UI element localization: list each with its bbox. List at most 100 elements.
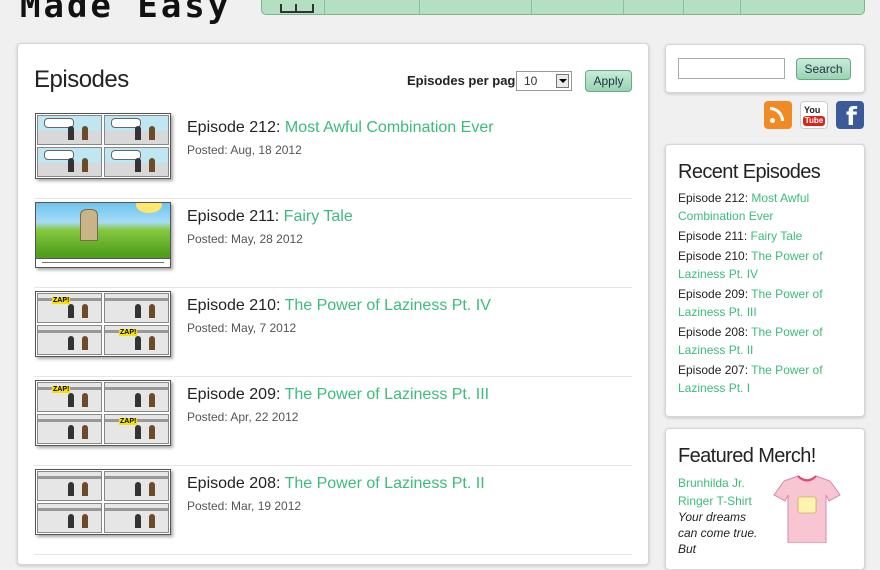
character	[68, 126, 74, 140]
comic-panel	[37, 147, 102, 177]
episode-row: ZAP! ZAP! Episode 209: The Power of Lazine…	[34, 377, 632, 466]
nav-item[interactable]	[532, 0, 624, 14]
episode-link[interactable]: Fairy Tale	[284, 208, 353, 225]
nav-item[interactable]	[741, 0, 864, 14]
episode-link[interactable]: The Power of Laziness Pt. II	[285, 475, 485, 492]
comic-panel: ZAP!	[37, 382, 102, 412]
character	[82, 425, 88, 439]
nav-item[interactable]	[420, 0, 532, 14]
character	[82, 393, 88, 407]
comic-panel	[37, 503, 102, 533]
facebook-letter: f	[846, 102, 857, 131]
comic-book-icon	[280, 4, 314, 13]
character	[68, 336, 74, 350]
character	[135, 304, 141, 318]
episode-row: ZAP! ZAP! Episode 210: The Power of Lazine…	[34, 288, 632, 377]
comic-panel: ZAP!	[104, 325, 169, 355]
episode-row: Episode 211: Fairy Tale Posted: May, 28 2…	[34, 199, 632, 288]
comic-panel	[37, 325, 102, 355]
comic-panel: ZAP!	[37, 293, 102, 323]
featured-merch-title: Featured Merch!	[678, 445, 816, 467]
recent-episode-item: Episode 207: The Power of Laziness Pt. I	[678, 361, 854, 397]
youtube-icon[interactable]: You Tube	[800, 101, 828, 129]
recent-episode-number: Episode 212:	[678, 191, 752, 205]
recent-episode-number: Episode 208:	[678, 325, 752, 339]
character	[68, 158, 74, 172]
episodes-per-page-select[interactable]: 10	[516, 71, 572, 91]
search-button[interactable]: Search	[796, 58, 851, 80]
youtube-you-text: You	[804, 105, 821, 115]
character	[135, 482, 141, 496]
panel-shelf	[105, 298, 168, 301]
nav-item-home[interactable]	[262, 0, 325, 14]
comic-panel	[104, 147, 169, 177]
character	[135, 158, 141, 172]
search-input[interactable]	[678, 58, 785, 79]
episode-thumbnail[interactable]	[35, 113, 171, 179]
character	[68, 393, 74, 407]
episode-link[interactable]: The Power of Laziness Pt. IV	[285, 297, 491, 314]
episodes-panel: Episodes Episodes per page 10 Apply Epis…	[17, 43, 649, 565]
episode-number: Episode 211:	[187, 208, 284, 225]
nav-item[interactable]	[684, 0, 741, 14]
character	[135, 425, 141, 439]
site-logo[interactable]: Made Easy	[20, 0, 231, 26]
zap-effect: ZAP!	[52, 297, 71, 304]
rss-icon[interactable]	[764, 101, 792, 129]
comic-panel	[104, 471, 169, 501]
recent-episode-item: Episode 211: Fairy Tale	[678, 227, 854, 245]
panel-shelf	[38, 476, 101, 479]
nav-item[interactable]	[325, 0, 420, 14]
panel-shelf	[38, 508, 101, 511]
recent-episode-number: Episode 207:	[678, 363, 752, 377]
episode-date: Posted: May, 28 2012	[187, 232, 303, 246]
youtube-tube-text: Tube	[803, 116, 825, 126]
recent-episode-item: Episode 208: The Power of Laziness Pt. I…	[678, 323, 854, 359]
episode-thumbnail[interactable]: ZAP! ZAP!	[35, 291, 171, 357]
panel-shelf	[38, 330, 101, 333]
character	[149, 126, 155, 140]
zap-effect: ZAP!	[119, 418, 138, 425]
recent-episode-number: Episode 210:	[678, 249, 752, 263]
recent-episodes-widget: Recent Episodes Episode 212: Most Awful …	[665, 144, 865, 417]
episode-thumbnail[interactable]	[35, 469, 171, 535]
thumb-panels: ZAP! ZAP!	[37, 382, 169, 444]
episode-number: Episode 212:	[187, 119, 285, 136]
character	[149, 514, 155, 528]
episode-date: Posted: Mar, 19 2012	[187, 499, 302, 513]
episode-title: Episode 210: The Power of Laziness Pt. I…	[187, 297, 491, 315]
character	[149, 304, 155, 318]
recent-episodes-title: Recent Episodes	[678, 161, 821, 183]
character	[135, 126, 141, 140]
recent-episode-item: Episode 212: Most Awful Combination Ever	[678, 189, 854, 225]
episode-list: Episode 212: Most Awful Combination Ever…	[34, 110, 632, 555]
episode-number: Episode 209:	[187, 386, 285, 403]
episode-link[interactable]: Most Awful Combination Ever	[285, 119, 494, 136]
merch-description: Your dreams can come true. But	[678, 510, 758, 556]
merch-product-link[interactable]: Brunhilda Jr. Ringer T-Shirt	[678, 474, 758, 510]
tshirt-image[interactable]	[772, 473, 842, 543]
recent-episode-link[interactable]: Fairy Tale	[751, 229, 803, 243]
character	[82, 158, 88, 172]
character	[68, 304, 74, 318]
thumb-panels	[37, 115, 169, 177]
comic-panel	[104, 115, 169, 145]
apply-button[interactable]: Apply	[585, 70, 632, 92]
facebook-icon[interactable]: f	[836, 101, 864, 131]
character	[82, 482, 88, 496]
thumb-panels: ZAP! ZAP!	[37, 293, 169, 355]
character	[68, 482, 74, 496]
episode-link[interactable]: The Power of Laziness Pt. III	[285, 386, 490, 403]
thumb-caption	[36, 258, 170, 267]
nav-item[interactable]	[624, 0, 684, 14]
zap-effect: ZAP!	[52, 386, 71, 393]
episode-thumbnail[interactable]: ZAP! ZAP!	[35, 380, 171, 446]
episode-row: Episode 212: Most Awful Combination Ever…	[34, 110, 632, 199]
featured-merch-widget: Featured Merch! Brunhilda Jr. Ringer T-S…	[665, 428, 865, 570]
character	[149, 158, 155, 172]
character	[82, 126, 88, 140]
comic-panel	[104, 503, 169, 533]
chevron-down-icon[interactable]	[556, 74, 569, 88]
episode-thumbnail[interactable]	[35, 202, 171, 268]
top-navigation	[261, 0, 865, 15]
